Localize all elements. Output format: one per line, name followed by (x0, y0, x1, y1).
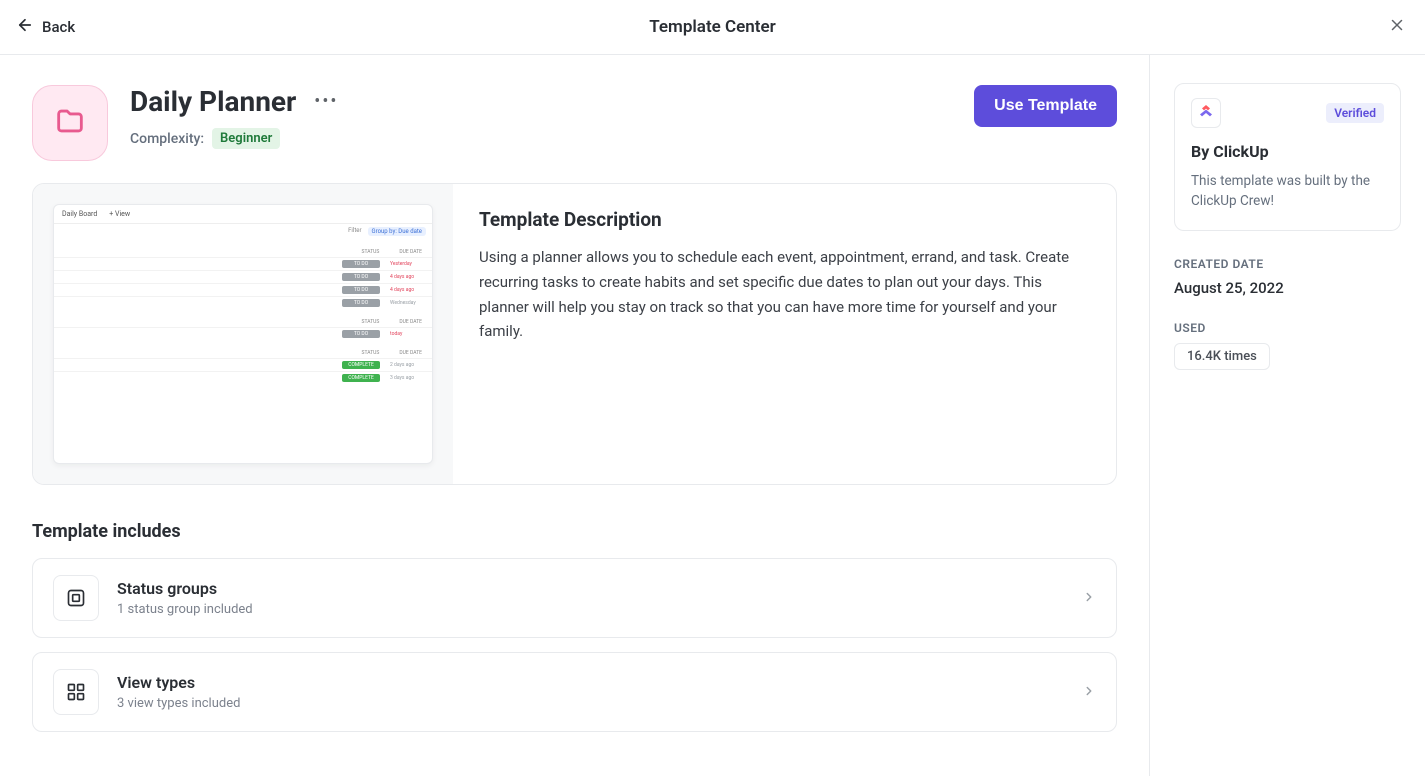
include-item-view-types[interactable]: View types 3 view types included (32, 652, 1117, 732)
preview-filter-label: Filter (348, 227, 361, 236)
preview-due: today (390, 331, 424, 337)
description-text: Using a planner allows you to schedule e… (479, 245, 1090, 344)
template-title: Daily Planner (130, 85, 296, 118)
arrow-left-icon (16, 16, 34, 38)
preview-due: 3 days ago (390, 375, 424, 381)
preview-due: 4 days ago (390, 287, 424, 293)
chevron-right-icon (1082, 589, 1096, 608)
include-title: View types (117, 673, 1064, 692)
preview-status-pill: TO DO (342, 286, 380, 294)
preview-tab: Daily Board (62, 210, 97, 218)
preview-col-header: DUE DATE (399, 249, 422, 255)
use-template-button[interactable]: Use Template (974, 85, 1117, 127)
complexity-badge: Beginner (212, 128, 280, 149)
preview-status-pill: TO DO (342, 273, 380, 281)
preview-col-header: DUE DATE (399, 319, 422, 325)
preview-due: Yesterday (390, 261, 424, 267)
close-icon (1388, 15, 1406, 39)
complexity-label: Complexity: (130, 131, 204, 147)
verified-badge: Verified (1326, 103, 1384, 123)
template-preview-pane: Daily Board + View Filter Group by: Due … (33, 184, 453, 484)
created-date-label: CREATED DATE (1174, 257, 1401, 271)
preview-due: 2 days ago (390, 362, 424, 368)
close-button[interactable] (1385, 15, 1409, 39)
preview-status-pill: COMPLETE (342, 374, 380, 382)
preview-status-pill: TO DO (342, 260, 380, 268)
template-header: Daily Planner ••• Complexity: Beginner U… (32, 85, 1117, 161)
status-groups-icon (53, 575, 99, 621)
preview-col-header: STATUS (361, 319, 379, 325)
include-subtitle: 1 status group included (117, 602, 1064, 617)
include-subtitle: 3 view types included (117, 696, 1064, 711)
author-description: This template was built by the ClickUp C… (1191, 171, 1384, 212)
author-name: By ClickUp (1191, 142, 1384, 161)
template-preview: Daily Board + View Filter Group by: Due … (53, 204, 433, 464)
include-title: Status groups (117, 579, 1064, 598)
preview-col-header: STATUS (361, 350, 379, 356)
preview-due: 4 days ago (390, 274, 424, 280)
sidebar: Verified By ClickUp This template was bu… (1150, 55, 1425, 776)
used-label: USED (1174, 321, 1401, 335)
author-logo (1191, 98, 1221, 128)
created-date-value: August 25, 2022 (1174, 279, 1401, 297)
main-content: Daily Planner ••• Complexity: Beginner U… (0, 55, 1150, 776)
view-types-icon (53, 669, 99, 715)
author-card: Verified By ClickUp This template was bu… (1174, 83, 1401, 231)
page-title: Template Center (649, 17, 776, 37)
description-heading: Template Description (479, 208, 1090, 231)
chevron-right-icon (1082, 683, 1096, 702)
template-icon-badge (32, 85, 108, 161)
preview-status-pill: TO DO (342, 299, 380, 307)
preview-status-pill: TO DO (342, 330, 380, 338)
folder-icon (53, 104, 87, 142)
back-label: Back (42, 18, 75, 36)
includes-heading: Template includes (32, 521, 1117, 542)
preview-due: Wednesday (390, 300, 424, 306)
ellipsis-icon: ••• (314, 91, 338, 112)
preview-col-header: DUE DATE (399, 350, 422, 356)
clickup-logo-icon (1198, 103, 1214, 123)
description-box: Daily Board + View Filter Group by: Due … (32, 183, 1117, 485)
include-item-status-groups[interactable]: Status groups 1 status group included (32, 558, 1117, 638)
header-bar: Back Template Center (0, 0, 1425, 55)
preview-col-header: STATUS (361, 249, 379, 255)
preview-tab: + View (109, 210, 130, 218)
more-options-button[interactable]: ••• (314, 91, 338, 112)
preview-groupby-label: Group by: Due date (368, 227, 426, 236)
preview-status-pill: COMPLETE (342, 361, 380, 369)
back-button[interactable]: Back (16, 16, 75, 38)
used-count-badge: 16.4K times (1174, 343, 1270, 370)
